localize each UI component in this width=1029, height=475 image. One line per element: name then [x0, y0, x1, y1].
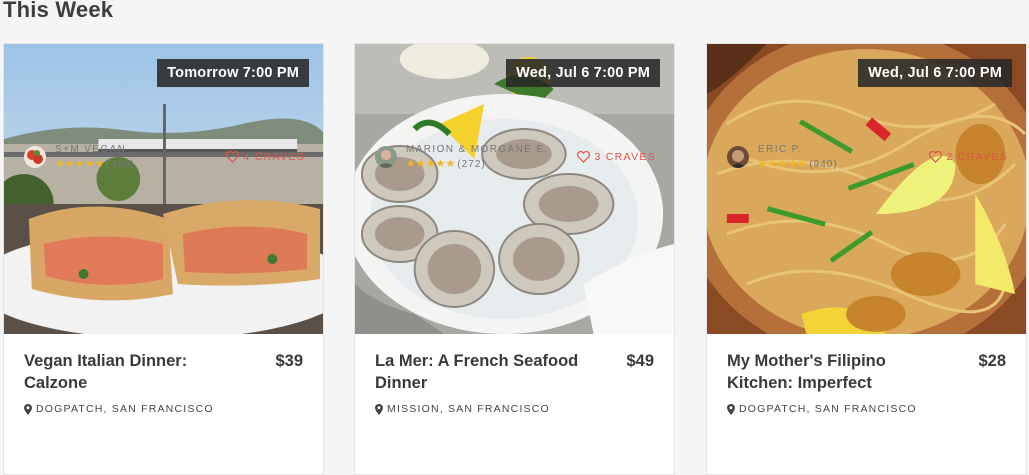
crave-count: 4 CRAVES — [243, 151, 305, 163]
crave-button[interactable]: 3 CRAVES — [577, 151, 656, 163]
review-count: (272) — [457, 158, 486, 170]
event-card[interactable]: Tomorrow 7:00 PM Vegan Italian Dinner: C… — [3, 43, 324, 475]
event-title[interactable]: La Mer: A French Seafood Dinner — [375, 350, 585, 394]
host-rating: ★★★★★ (940) — [758, 158, 838, 170]
host-rating: ★★★★★ (440) — [55, 158, 135, 170]
event-card[interactable]: Wed, Jul 6 7:00 PM La Mer: A French Seaf… — [354, 43, 675, 475]
section-title: This Week — [3, 0, 114, 22]
avatar[interactable] — [727, 146, 749, 168]
calzone-photo[interactable]: Tomorrow 7:00 PM — [4, 44, 323, 334]
location-text: DOGPATCH, SAN FRANCISCO — [739, 403, 917, 415]
event-date-badge: Wed, Jul 6 7:00 PM — [858, 59, 1012, 87]
star-rating-icon: ★★★★★ — [758, 158, 808, 170]
host-name[interactable]: MARION & MORGANE E. — [406, 144, 549, 156]
location-pin-icon — [727, 403, 735, 415]
host-name[interactable]: ERIC P. — [758, 144, 838, 156]
event-card[interactable]: Wed, Jul 6 7:00 PM My Mother's Filipino … — [706, 43, 1027, 475]
event-price: $49 — [626, 352, 654, 370]
location-pin-icon — [24, 403, 32, 415]
star-rating-icon: ★★★★★ — [55, 158, 105, 170]
event-title[interactable]: My Mother's Filipino Kitchen: Imperfect — [727, 350, 937, 394]
event-location: DOGPATCH, SAN FRANCISCO — [727, 403, 1006, 415]
noodles-photo[interactable]: Wed, Jul 6 7:00 PM — [707, 44, 1026, 334]
event-location: DOGPATCH, SAN FRANCISCO — [24, 403, 303, 415]
crave-button[interactable]: 2 CRAVES — [929, 151, 1008, 163]
event-title[interactable]: Vegan Italian Dinner: Calzone — [24, 350, 234, 394]
location-text: DOGPATCH, SAN FRANCISCO — [36, 403, 214, 415]
event-price: $39 — [275, 352, 303, 370]
crave-count: 2 CRAVES — [946, 151, 1008, 163]
star-rating-icon: ★★★★★ — [406, 158, 456, 170]
heart-icon — [929, 151, 943, 163]
event-price: $28 — [978, 352, 1006, 370]
oysters-photo[interactable]: Wed, Jul 6 7:00 PM — [355, 44, 674, 334]
crave-button[interactable]: 4 CRAVES — [226, 151, 305, 163]
review-count: (940) — [809, 158, 838, 170]
host-info[interactable]: MARION & MORGANE E. ★★★★★ (272) — [375, 144, 549, 170]
host-rating: ★★★★★ (272) — [406, 158, 549, 170]
location-text: MISSION, SAN FRANCISCO — [387, 403, 550, 415]
host-info[interactable]: ERIC P. ★★★★★ (940) — [727, 144, 838, 170]
heart-icon — [577, 151, 591, 163]
event-date-badge: Wed, Jul 6 7:00 PM — [506, 59, 660, 87]
host-info[interactable]: S+M VEGAN ★★★★★ (440) — [24, 144, 135, 170]
review-count: (440) — [106, 158, 135, 170]
host-name[interactable]: S+M VEGAN — [55, 144, 135, 156]
location-pin-icon — [375, 403, 383, 415]
avatar[interactable] — [24, 146, 46, 168]
crave-count: 3 CRAVES — [594, 151, 656, 163]
event-date-badge: Tomorrow 7:00 PM — [157, 59, 309, 87]
avatar[interactable] — [375, 146, 397, 168]
heart-icon — [226, 151, 240, 163]
event-location: MISSION, SAN FRANCISCO — [375, 403, 654, 415]
